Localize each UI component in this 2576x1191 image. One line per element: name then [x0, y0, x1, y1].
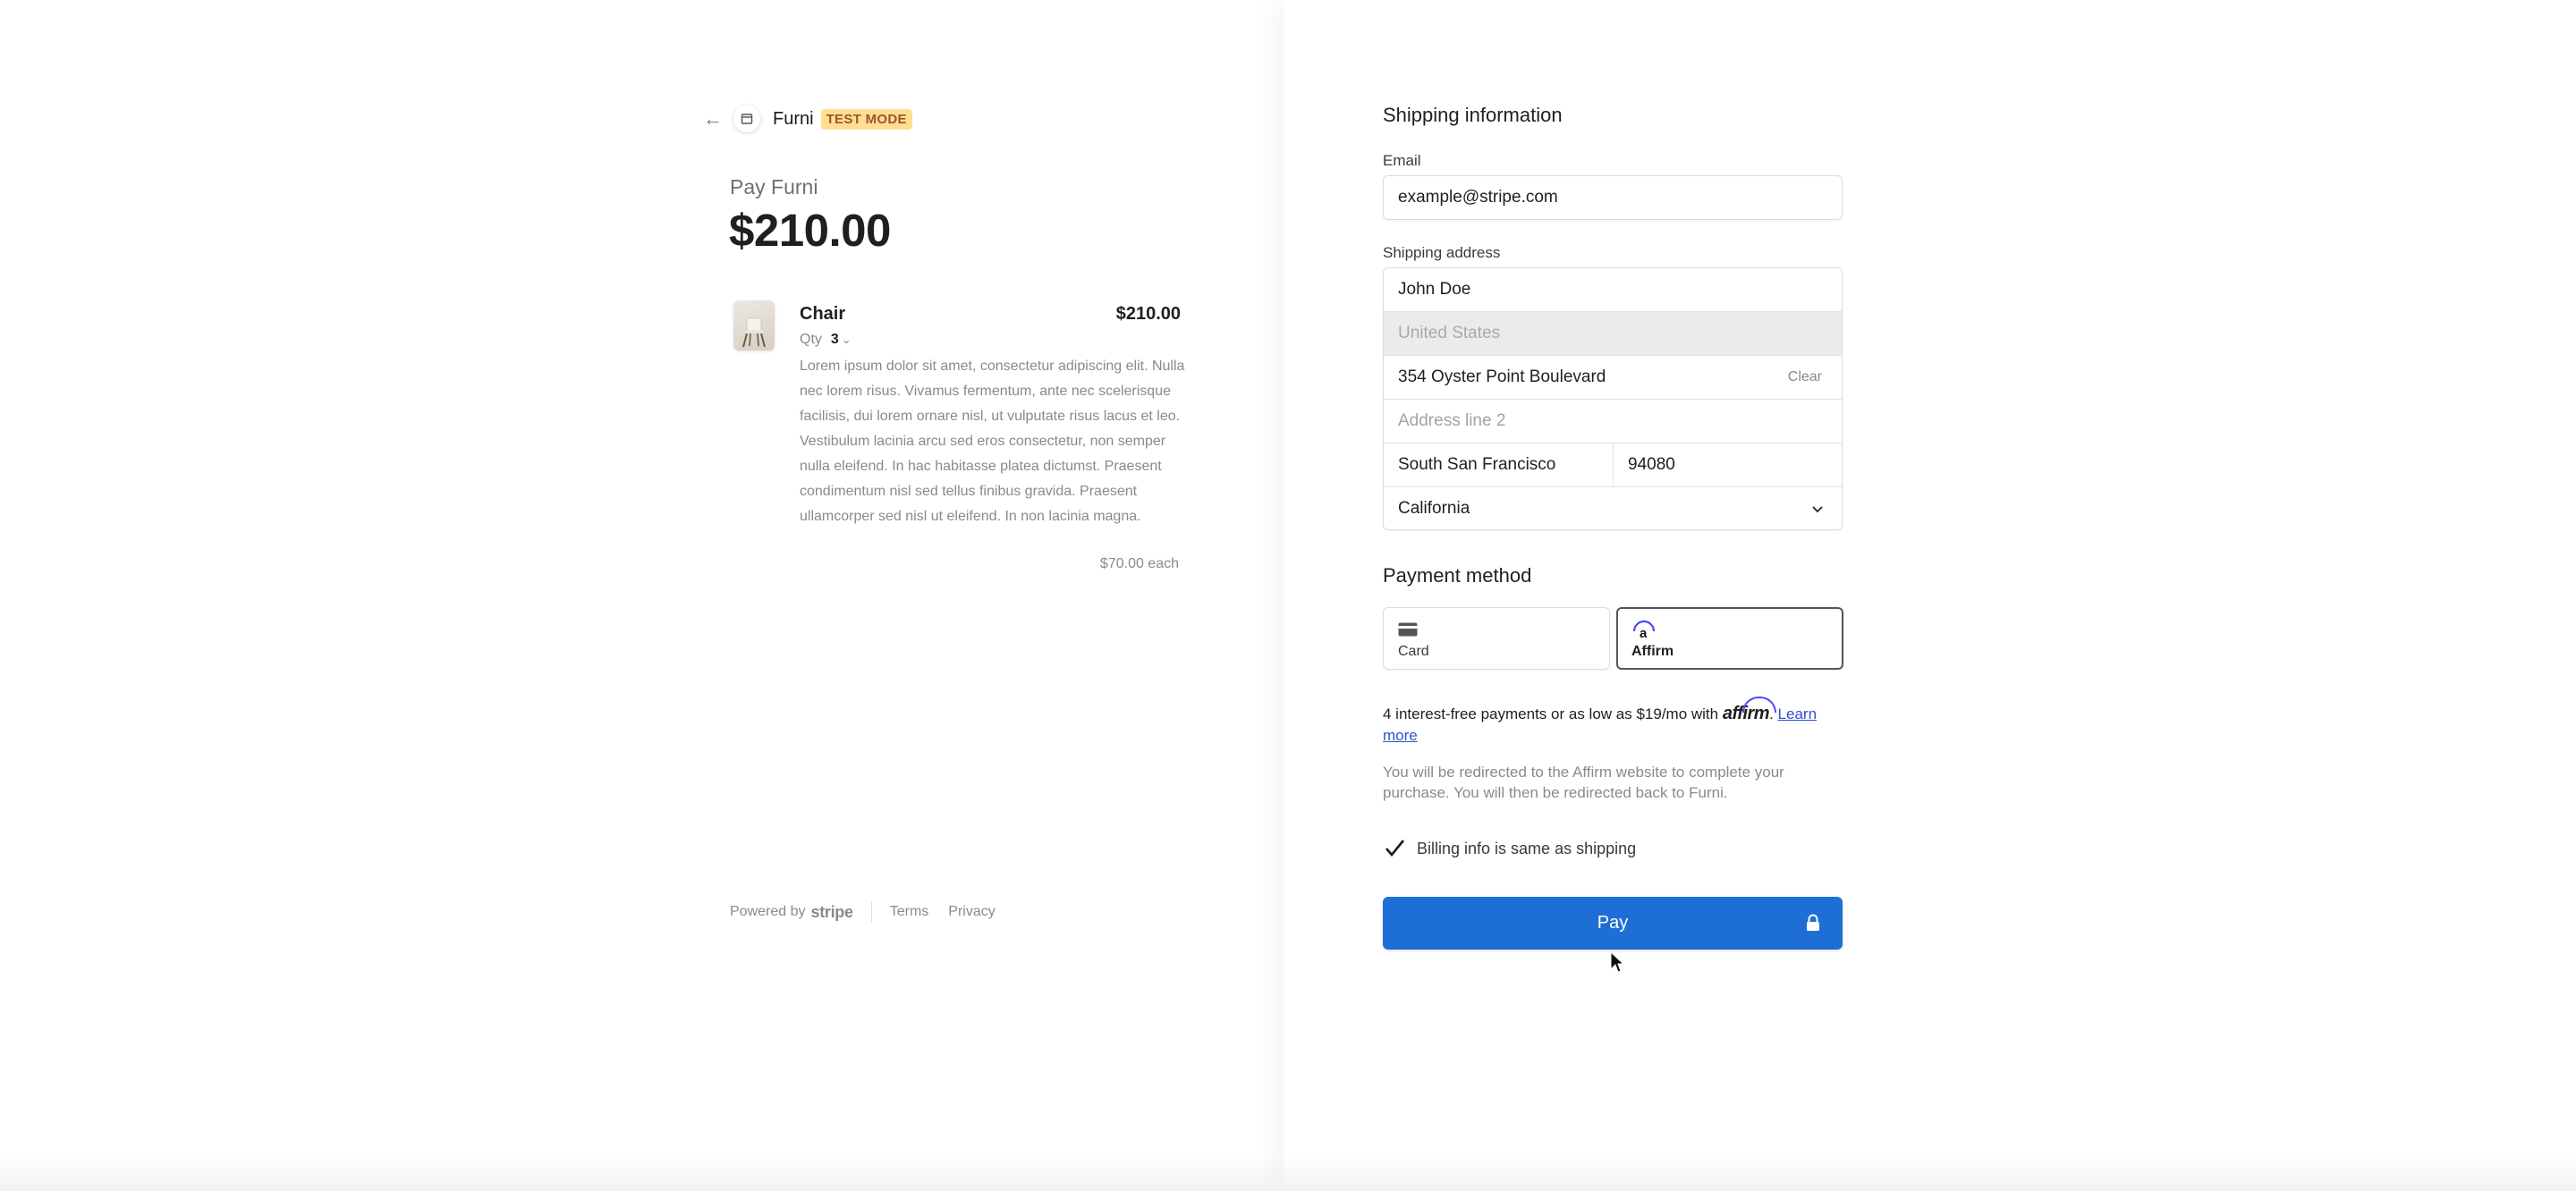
pay-button-label: Pay [1597, 913, 1629, 933]
billing-same-row: Billing info is same as shipping [1383, 837, 1636, 860]
footer: Powered by stripe Terms Privacy [730, 901, 1015, 923]
pay-label: Pay Furni [730, 175, 818, 198]
billing-same-checkbox[interactable] [1383, 837, 1406, 860]
address-line2-field[interactable]: Address line 2 [1384, 400, 1842, 443]
total-amount: $210.00 [729, 205, 891, 256]
chevron-down-icon: ⌄ [841, 333, 852, 346]
address-line1-field[interactable]: 354 Oyster Point Boulevard Clear [1384, 356, 1842, 400]
payment-method-affirm[interactable]: a Affirm [1616, 607, 1843, 670]
privacy-link[interactable]: Privacy [948, 904, 995, 920]
product-price: $210.00 [1115, 304, 1181, 324]
stripe-logo[interactable]: stripe [811, 903, 854, 922]
zip-field[interactable]: 94080 [1614, 443, 1842, 486]
name-value: John Doe [1398, 280, 1471, 299]
state-select[interactable]: California [1384, 487, 1842, 529]
zip-value: 94080 [1628, 455, 1675, 474]
merchant-header: ← Furni TEST MODE [703, 106, 912, 132]
clear-address-button[interactable]: Clear [1788, 369, 1822, 385]
lock-icon [1807, 914, 1819, 931]
qty-label: Qty [800, 332, 822, 347]
order-summary-pane: ← Furni TEST MODE Pay Furni $210.00 Chai… [0, 0, 1284, 1191]
test-mode-badge: TEST MODE [820, 108, 912, 130]
shipping-address-label: Shipping address [1383, 244, 1501, 261]
product-name: Chair [800, 304, 846, 324]
affirm-label: Affirm [1631, 644, 1674, 659]
quantity-selector[interactable]: Qty 3 ⌄ [800, 332, 852, 348]
checkmark-icon [1385, 840, 1405, 857]
terms-link[interactable]: Terms [890, 904, 929, 920]
payment-method-title: Payment method [1383, 564, 1532, 587]
back-arrow-icon[interactable]: ← [703, 107, 724, 131]
mouse-cursor-icon [1610, 951, 1624, 973]
merchant-name: Furni [773, 108, 814, 129]
qty-value: 3 [830, 332, 839, 347]
affirm-promo-copy: 4 interest-free payments or as low as $1… [1383, 705, 1719, 722]
address-line2-placeholder: Address line 2 [1398, 411, 1506, 430]
shop-icon [733, 106, 760, 132]
shipping-title: Shipping information [1383, 104, 1563, 126]
powered-by-label: Powered by [730, 904, 806, 919]
product-description: Lorem ipsum dolor sit amet, consectetur … [800, 359, 1185, 524]
city-zip-row: South San Francisco 94080 [1384, 443, 1842, 487]
affirm-logo: affirm [1722, 704, 1770, 723]
card-label: Card [1398, 644, 1429, 659]
footer-divider [870, 901, 872, 923]
shipping-address-group: John Doe United States 354 Oyster Point … [1383, 267, 1843, 530]
unit-price: $70.00 each [1099, 556, 1179, 571]
email-label: Email [1383, 152, 1421, 169]
billing-same-label: Billing info is same as shipping [1417, 839, 1637, 857]
name-field[interactable]: John Doe [1384, 268, 1842, 312]
affirm-icon: a [1632, 620, 1656, 639]
email-field[interactable]: example@stripe.com [1383, 175, 1843, 220]
payment-method-card[interactable]: Card [1383, 607, 1610, 670]
bottom-fade [0, 1155, 2576, 1191]
country-field[interactable]: United States [1384, 312, 1842, 356]
country-value: United States [1398, 324, 1501, 342]
redirect-notice: You will be redirected to the Affirm web… [1383, 764, 1784, 801]
city-value: South San Francisco [1398, 455, 1556, 474]
pay-button[interactable]: Pay [1383, 897, 1843, 950]
address-line1-value: 354 Oyster Point Boulevard [1398, 367, 1606, 386]
chevron-down-icon [1812, 506, 1823, 513]
svg-text:a: a [1640, 626, 1648, 639]
city-field[interactable]: South San Francisco [1384, 443, 1614, 486]
product-image [733, 300, 775, 351]
card-icon [1398, 622, 1418, 637]
state-value: California [1398, 499, 1470, 518]
affirm-promo-text: 4 interest-free payments or as low as $1… [1383, 703, 1848, 747]
